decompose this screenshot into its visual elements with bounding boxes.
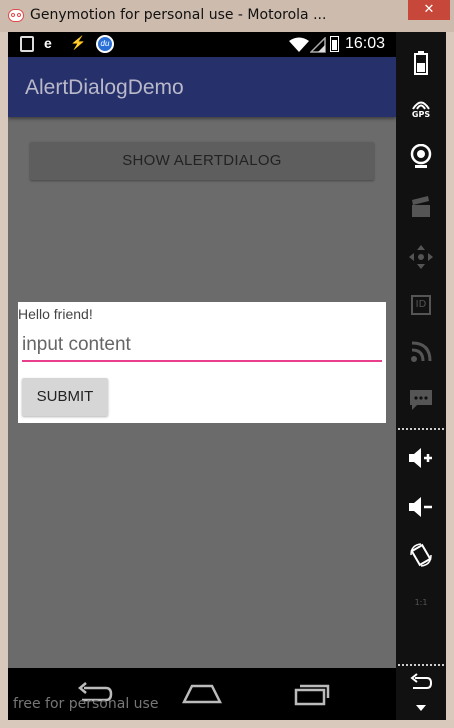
gps-label: GPS (411, 109, 431, 119)
volume-up-icon[interactable] (396, 438, 446, 478)
gps-icon[interactable]: GPS (396, 89, 446, 129)
scale-icon[interactable]: 1:1 (396, 582, 446, 622)
satellite-icon: ⚡ (70, 35, 87, 50)
sms-icon[interactable] (396, 380, 446, 420)
clapper-icon[interactable] (396, 187, 446, 227)
ratio-label: 1:1 (414, 597, 428, 607)
submit-button[interactable]: SUBMIT (22, 378, 108, 416)
signal-icon (310, 37, 326, 53)
battery-widget-icon[interactable] (396, 43, 446, 83)
window-title: Genymotion for personal use - Motorola .… (30, 7, 327, 23)
status-bar: e ⚡ du 16:03 (8, 32, 396, 57)
wifi-icon (289, 37, 309, 52)
content-input[interactable] (22, 330, 382, 362)
e-app-icon: e (44, 35, 52, 51)
genymotion-logo-icon (8, 9, 24, 22)
navigation-bar (8, 668, 396, 720)
recents-nav-icon[interactable] (292, 680, 332, 706)
toolbar-separator (398, 428, 444, 430)
status-clock: 16:03 (345, 35, 386, 52)
rss-icon[interactable] (396, 332, 446, 372)
menu-down-icon[interactable] (396, 696, 446, 720)
app-title: AlertDialogDemo (25, 76, 184, 99)
camera-icon[interactable] (396, 137, 446, 177)
document-icon (20, 36, 34, 52)
id-icon[interactable]: ID (396, 285, 446, 325)
phone-screen: e ⚡ du 16:03 AlertDialogDemo SHOW ALERTD… (8, 32, 396, 720)
home-nav-icon[interactable] (182, 680, 222, 706)
du-app-icon: du (96, 35, 114, 53)
alert-dialog: Hello friend! SUBMIT (18, 302, 386, 423)
id-label: ID (411, 295, 431, 315)
genymotion-toolbar: GPS ID 1:1 (396, 32, 446, 720)
battery-icon (330, 36, 339, 52)
dialog-message: Hello friend! (18, 306, 93, 322)
volume-down-icon[interactable] (396, 487, 446, 527)
dpad-icon[interactable] (396, 237, 446, 277)
window-close-button[interactable]: ✕ (408, 0, 450, 20)
action-bar: AlertDialogDemo (8, 57, 396, 117)
rotate-icon[interactable] (396, 535, 446, 575)
watermark-text: free for personal use (13, 696, 159, 712)
show-alertdialog-button[interactable]: SHOW ALERTDIALOG (30, 142, 374, 180)
window-titlebar[interactable]: Genymotion for personal use - Motorola .… (0, 0, 454, 32)
